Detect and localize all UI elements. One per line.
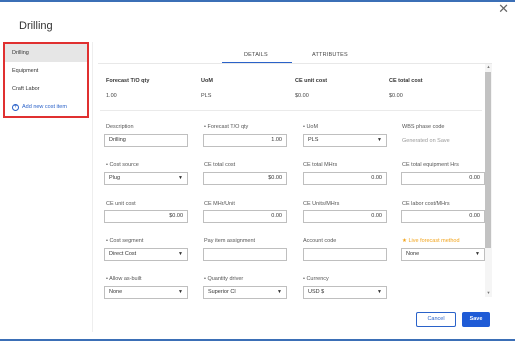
account-code-input[interactable] <box>303 248 387 261</box>
tab-divider <box>98 63 492 64</box>
summary-ce-total-cost-value: $0.00 <box>389 93 403 99</box>
sidebar-item-drilling[interactable]: Drilling <box>5 44 87 62</box>
quantity-driver-select[interactable]: Superior CI ▼ <box>203 286 287 299</box>
currency-select-value: USD $ <box>308 289 325 295</box>
ce-units-mhrs-input[interactable]: 0.00 <box>303 210 387 223</box>
cost-item-sidebar: Drilling Equipment Craft Labor + Add new… <box>3 42 89 118</box>
ce-unit-cost-label: CE unit cost <box>106 201 136 207</box>
ce-labor-cost-label: CE labor cost/MHrs <box>402 201 450 207</box>
page-title: Drilling <box>19 20 53 32</box>
cost-source-select[interactable]: Plug ▼ <box>104 172 188 185</box>
live-forecast-method-select[interactable]: None ▼ <box>401 248 485 261</box>
bottom-accent-line <box>0 339 515 341</box>
ce-total-equipment-hrs-label: CE total equipment Hrs <box>402 162 459 168</box>
summary-ce-unit-cost-value: $0.00 <box>295 93 309 99</box>
ce-total-cost-input[interactable]: $0.00 <box>203 172 287 185</box>
chevron-down-icon: ▼ <box>377 289 382 295</box>
sidebar-item-equipment[interactable]: Equipment <box>5 62 87 80</box>
sidebar-item-craft-labor[interactable]: Craft Labor <box>5 80 87 98</box>
live-forecast-method-label: ★ Live forecast method <box>402 238 460 244</box>
cancel-button[interactable]: Cancel <box>416 312 456 327</box>
sidebar-divider <box>92 42 93 332</box>
summary-ce-unit-cost-label: CE unit cost <box>295 78 328 84</box>
uom-select-value: PLS <box>308 137 319 143</box>
chevron-down-icon: ▼ <box>377 137 382 143</box>
add-cost-item-button[interactable]: + Add new cost item <box>5 98 87 116</box>
uom-select[interactable]: PLS ▼ <box>303 134 387 147</box>
description-input[interactable]: Drilling <box>104 134 188 147</box>
wbs-phase-code-label: WBS phase code <box>402 124 445 130</box>
plus-circle-icon: + <box>12 103 19 111</box>
currency-select[interactable]: USD $ ▼ <box>303 286 387 299</box>
cost-segment-label: • Cost segment <box>106 238 144 244</box>
quantity-driver-label: • Quantity driver <box>204 276 244 282</box>
ce-mhr-unit-input[interactable]: 0.00 <box>203 210 287 223</box>
summary-uom-label: UoM <box>201 78 213 84</box>
summary-forecast-qty-value: 1.00 <box>106 93 117 99</box>
summary-forecast-qty-label: Forecast T/O qty <box>106 78 150 84</box>
scrollbar-thumb[interactable] <box>485 72 491 248</box>
allow-as-built-select[interactable]: None ▼ <box>104 286 188 299</box>
uom-label: • UoM <box>303 124 319 130</box>
scroll-down-arrow-icon[interactable]: ▼ <box>485 290 492 295</box>
ce-total-equipment-hrs-input[interactable]: 0.00 <box>401 172 485 185</box>
ce-units-mhrs-label: CE Units/MHrs <box>303 201 340 207</box>
ce-total-mhrs-input[interactable]: 0.00 <box>303 172 387 185</box>
chevron-down-icon: ▼ <box>178 251 183 257</box>
forecast-qty-label: • Forecast T/O qty <box>204 124 249 130</box>
summary-divider <box>100 110 482 111</box>
summary-ce-total-cost-label: CE total cost <box>389 78 423 84</box>
live-forecast-method-select-value: None <box>406 251 420 257</box>
allow-as-built-label: • Allow as-built <box>106 276 142 282</box>
pay-item-assignment-label: Pay item assignment <box>204 238 256 244</box>
quantity-driver-select-value: Superior CI <box>208 289 236 295</box>
top-accent-line <box>0 0 515 2</box>
chevron-down-icon: ▼ <box>178 175 183 181</box>
add-cost-item-label: Add new cost item <box>22 104 67 110</box>
ce-total-mhrs-label: CE total MHrs <box>303 162 338 168</box>
cost-source-label: • Cost source <box>106 162 139 168</box>
allow-as-built-select-value: None <box>109 289 123 295</box>
ce-unit-cost-input[interactable]: $0.00 <box>104 210 188 223</box>
summary-uom-value: PLS <box>201 93 212 99</box>
cost-source-select-value: Plug <box>109 175 121 181</box>
forecast-qty-input[interactable]: 1.00 <box>203 134 287 147</box>
pay-item-assignment-input[interactable] <box>203 248 287 261</box>
cost-segment-select[interactable]: Direct Cost ▼ <box>104 248 188 261</box>
chevron-down-icon: ▼ <box>475 251 480 257</box>
cost-segment-select-value: Direct Cost <box>109 251 137 257</box>
save-button[interactable]: Save <box>462 312 490 327</box>
ce-labor-cost-input[interactable]: 0.00 <box>401 210 485 223</box>
tab-details[interactable]: DETAILS <box>244 52 268 58</box>
description-label: Description <box>106 124 134 130</box>
close-icon[interactable]: ✕ <box>498 2 509 15</box>
currency-label: • Currency <box>303 276 329 282</box>
chevron-down-icon: ▼ <box>178 289 183 295</box>
ce-total-cost-label: CE total cost <box>204 162 236 168</box>
tab-attributes[interactable]: ATTRIBUTES <box>312 52 348 58</box>
chevron-down-icon: ▼ <box>277 289 282 295</box>
account-code-label: Account code <box>303 238 337 244</box>
scroll-up-arrow-icon[interactable]: ▲ <box>485 64 492 69</box>
ce-mhr-unit-label: CE MHr/Unit <box>204 201 235 207</box>
wbs-phase-code-value: Generated on Save <box>402 138 450 144</box>
